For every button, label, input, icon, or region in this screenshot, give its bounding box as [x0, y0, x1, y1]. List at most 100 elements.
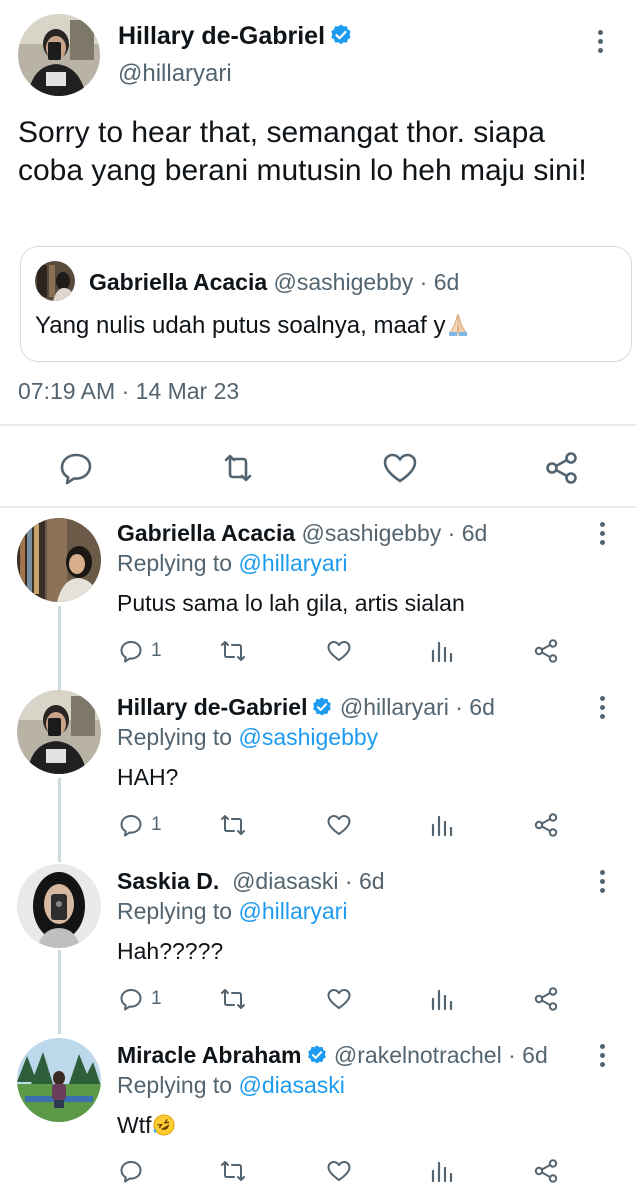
avatar[interactable] [17, 864, 101, 948]
share-button[interactable] [532, 984, 560, 1014]
views-icon [431, 815, 453, 837]
reply-time[interactable]: 6d [359, 868, 385, 894]
like-icon [327, 641, 351, 661]
views-button[interactable] [430, 984, 454, 1014]
author-name[interactable]: Hillary de-Gabriel [117, 694, 307, 720]
reply-text-row: Wtf [117, 1112, 176, 1143]
like-button[interactable] [325, 636, 353, 666]
share-button[interactable] [532, 636, 560, 666]
dot-separator: · [455, 694, 463, 720]
replying-to: Replying to @sashigebby [117, 724, 378, 751]
share-icon [534, 987, 558, 1011]
author-handle[interactable]: @hillaryari [118, 60, 232, 88]
comment-icon [120, 641, 142, 663]
quoted-time: 6d [433, 269, 460, 295]
reply-text: Wtf [117, 1112, 152, 1138]
share-button[interactable] [532, 810, 560, 840]
reply-time[interactable]: 6d [469, 694, 495, 720]
author-handle[interactable]: @rakelnotrachel [334, 1042, 502, 1068]
comment-icon [120, 1161, 142, 1183]
avatar [35, 261, 75, 301]
replying-to-label: Replying to [117, 1072, 233, 1098]
like-icon[interactable] [380, 448, 420, 488]
avatar[interactable] [17, 518, 101, 602]
quoted-author-handle: @sashigebby [273, 269, 414, 295]
views-icon [431, 641, 453, 663]
like-icon [327, 815, 351, 835]
reply-button[interactable]: 1 [117, 984, 162, 1014]
views-icon [431, 989, 453, 1011]
quoted-author-name: Gabriella Acacia [89, 269, 268, 295]
replying-to-link[interactable]: @sashigebby [238, 724, 378, 750]
retweet-icon [221, 1161, 245, 1181]
rofl-emoji-icon [152, 1113, 176, 1143]
more-options-icon[interactable] [590, 26, 610, 56]
retweet-button[interactable] [218, 984, 248, 1014]
author-name[interactable]: Saskia D. [117, 868, 219, 894]
more-options-icon[interactable] [592, 1040, 612, 1070]
author-name[interactable]: Hillary de-Gabriel [118, 22, 353, 54]
dot-separator: · [508, 1042, 516, 1068]
replying-to-link[interactable]: @hillaryari [238, 898, 347, 924]
reply-time[interactable]: 6d [522, 1042, 548, 1068]
share-icon[interactable] [542, 448, 582, 488]
reply-button[interactable] [117, 1156, 151, 1186]
reply-header: Gabriella Acacia @sashigebby · 6d [117, 520, 487, 547]
reply-count: 1 [151, 814, 162, 835]
avatar[interactable] [18, 14, 100, 96]
reply-header: Saskia D. @diasaski · 6d [117, 868, 385, 895]
share-icon [534, 1159, 558, 1183]
verified-badge-icon [329, 23, 353, 54]
more-options-icon[interactable] [592, 866, 612, 896]
author-handle[interactable]: @hillaryari [340, 694, 449, 720]
share-button[interactable] [532, 1156, 560, 1186]
views-button[interactable] [430, 636, 454, 666]
divider [0, 506, 636, 508]
reply-count: 1 [151, 640, 162, 661]
retweet-button[interactable] [218, 636, 248, 666]
reply-count: 1 [151, 988, 162, 1009]
like-button[interactable] [325, 810, 353, 840]
comment-icon[interactable] [56, 448, 96, 488]
tweet-text: Sorry to hear that, semangat thor. siapa… [18, 116, 587, 187]
thread-line [58, 950, 61, 1034]
quoted-tweet[interactable]: Gabriella Acacia @sashigebby · 6d Yang n… [20, 246, 632, 362]
reply-button[interactable]: 1 [117, 636, 162, 666]
author-name[interactable]: Miracle Abraham [117, 1042, 302, 1068]
thread-line [58, 778, 61, 862]
quoted-text: Yang nulis udah putus soalnya, maaf y [35, 312, 446, 339]
dot-separator: · [447, 520, 456, 546]
more-options-icon[interactable] [592, 692, 612, 722]
avatar[interactable] [17, 690, 101, 774]
like-icon [327, 989, 351, 1009]
quoted-text-row: Yang nulis udah putus soalnya, maaf y [35, 311, 471, 344]
more-options-icon[interactable] [592, 518, 612, 548]
verified-badge-icon [311, 696, 333, 724]
like-button[interactable] [325, 984, 353, 1014]
avatar[interactable] [17, 1038, 101, 1122]
dot-separator: · [344, 868, 353, 894]
reply-button[interactable]: 1 [117, 810, 162, 840]
retweet-icon [221, 641, 245, 661]
retweet-icon [221, 989, 245, 1009]
replying-to-link[interactable]: @diasaski [238, 1072, 344, 1098]
replying-to-link[interactable]: @hillaryari [238, 550, 347, 576]
quoted-header: Gabriella Acacia @sashigebby · 6d [89, 269, 459, 296]
reply-text: Hah????? [117, 938, 224, 964]
author-handle[interactable]: @diasaski [232, 868, 338, 894]
replying-to-label: Replying to [117, 724, 233, 750]
reply-time[interactable]: 6d [462, 520, 488, 546]
verified-badge-icon [306, 1044, 328, 1072]
views-button[interactable] [430, 1156, 454, 1186]
views-button[interactable] [430, 810, 454, 840]
reply-header: Hillary de-Gabriel @hillaryari · 6d [117, 694, 495, 724]
retweet-icon[interactable] [218, 448, 258, 488]
reply-header: Miracle Abraham @rakelnotrachel · 6d [117, 1042, 548, 1072]
retweet-button[interactable] [218, 810, 248, 840]
tweet-timestamp[interactable]: 07:19 AM · 14 Mar 23 [18, 378, 239, 405]
comment-icon [120, 815, 142, 837]
author-name[interactable]: Gabriella Acacia [117, 520, 295, 546]
like-button[interactable] [325, 1156, 353, 1186]
retweet-button[interactable] [218, 1156, 248, 1186]
author-handle[interactable]: @sashigebby [302, 520, 442, 546]
